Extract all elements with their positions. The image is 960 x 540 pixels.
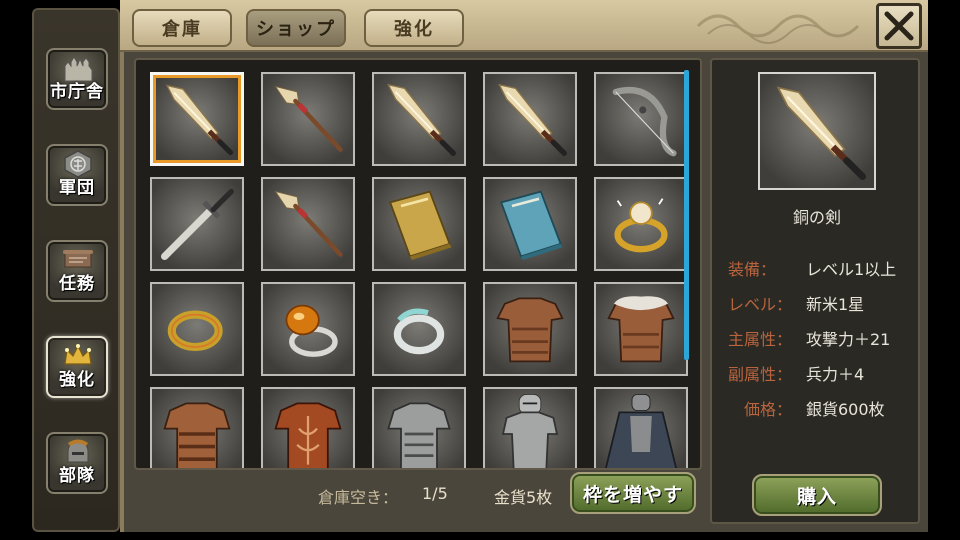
tab-warehouse[interactable]: 倉庫 xyxy=(132,9,232,47)
plate-armor-icon xyxy=(387,402,451,468)
item-slot[interactable] xyxy=(261,282,355,376)
sidebar-item-label: 部隊 xyxy=(59,466,95,486)
item-slot[interactable] xyxy=(372,282,466,376)
item-slot[interactable] xyxy=(594,387,688,468)
sidebar-item-label: 強化 xyxy=(59,370,95,390)
item-slot[interactable] xyxy=(483,72,577,166)
item-slot[interactable] xyxy=(150,72,244,166)
item-slot[interactable] xyxy=(150,282,244,376)
detail-item-name: 銅の剣 xyxy=(792,208,841,227)
blue-book-icon xyxy=(500,190,563,260)
item-slot[interactable] xyxy=(261,72,355,166)
knight-armor-icon xyxy=(501,393,559,468)
sword-icon xyxy=(776,86,867,181)
stat-value: 兵力＋4 xyxy=(806,365,865,384)
item-slot[interactable] xyxy=(483,177,577,271)
stat-label: 副属性： xyxy=(728,365,793,384)
item-detail-panel: 銅の剣 装備： レベル1以上 レベル： 新米1星 主属性： 攻撃力＋21 副属性： 兵力＋4 価… xyxy=(710,58,920,524)
sidebar-item-city-hall[interactable]: 市庁舎 xyxy=(46,48,108,110)
sidebar-item-troops[interactable]: 部隊 xyxy=(46,432,108,494)
main-panel: 倉庫空き： 1/5 金貨5枚 枠を増やす 銅の剣 装備： レベル1以上 レベル： 新米… xyxy=(120,52,928,532)
grid-scrollbar[interactable] xyxy=(684,70,689,360)
tab-shop[interactable]: ショップ xyxy=(246,9,346,47)
ornament-decoration xyxy=(696,14,860,44)
item-slot[interactable] xyxy=(483,282,577,376)
detail-item-image xyxy=(758,72,876,190)
storage-value: 1/5 xyxy=(422,484,448,503)
pearl-ring-icon xyxy=(614,198,668,253)
longsword-icon xyxy=(161,188,234,260)
item-slot[interactable] xyxy=(483,387,577,468)
bow-icon xyxy=(612,86,677,157)
fur-armor-icon xyxy=(607,296,675,363)
top-bar: 倉庫 ショップ 強化 xyxy=(120,0,928,52)
sidebar-item-label: 市庁舎 xyxy=(50,82,104,102)
item-slot[interactable] xyxy=(594,72,688,166)
sidebar: 市庁舎 軍団 任務 強化 部隊 xyxy=(32,8,120,532)
buy-button[interactable]: 購入 xyxy=(752,474,882,516)
close-button[interactable] xyxy=(876,3,922,49)
silver-ring-icon xyxy=(393,308,445,355)
item-grid-panel xyxy=(134,58,702,470)
stat-label: 主属性： xyxy=(728,330,793,349)
tab-enhance[interactable]: 強化 xyxy=(364,9,464,47)
amber-ring-icon xyxy=(285,304,338,357)
item-slot[interactable] xyxy=(594,282,688,376)
item-slot[interactable] xyxy=(261,177,355,271)
sidebar-item-enhance[interactable]: 強化 xyxy=(46,336,108,398)
bronze-armor-icon xyxy=(163,402,231,468)
stat-value: 銀貨600枚 xyxy=(806,400,885,419)
stat-label: レベル： xyxy=(728,295,793,314)
sword-icon xyxy=(387,83,456,156)
cloak-armor-icon xyxy=(604,393,678,468)
stat-value: 新米1星 xyxy=(806,295,865,314)
item-slot[interactable] xyxy=(594,177,688,271)
item-slot[interactable] xyxy=(150,387,244,468)
stat-value: レベル1以上 xyxy=(806,260,897,279)
sidebar-item-label: 任務 xyxy=(59,274,95,294)
gold-book-icon xyxy=(389,190,452,260)
item-slot[interactable] xyxy=(261,387,355,468)
gold-balance: 金貨5枚 xyxy=(494,488,553,507)
item-slot[interactable] xyxy=(150,177,244,271)
stat-value: 攻撃力＋21 xyxy=(806,330,891,349)
close-icon xyxy=(884,11,914,41)
spear-icon xyxy=(274,190,343,257)
expand-storage-button[interactable]: 枠を増やす xyxy=(570,472,696,514)
sidebar-item-legion[interactable]: 軍団 xyxy=(46,144,108,206)
stat-label: 装備： xyxy=(728,260,777,279)
item-slot[interactable] xyxy=(372,72,466,166)
item-slot[interactable] xyxy=(372,177,466,271)
sidebar-item-mission[interactable]: 任務 xyxy=(46,240,108,302)
game-screen: 市庁舎 軍団 任務 強化 部隊 倉庫 ショップ 強化 倉庫空き： 1/5 金貨5… xyxy=(0,0,960,540)
sidebar-item-label: 軍団 xyxy=(59,178,95,198)
spear-icon xyxy=(274,85,343,152)
storage-label: 倉庫空き： xyxy=(318,488,399,507)
sword-icon xyxy=(498,83,567,156)
sword-icon xyxy=(165,84,234,156)
leather-armor-icon xyxy=(496,297,564,363)
stat-label: 価格： xyxy=(744,400,793,419)
gold-ring-icon xyxy=(167,310,223,352)
ornate-armor-icon xyxy=(274,402,342,468)
item-slot[interactable] xyxy=(372,387,466,468)
